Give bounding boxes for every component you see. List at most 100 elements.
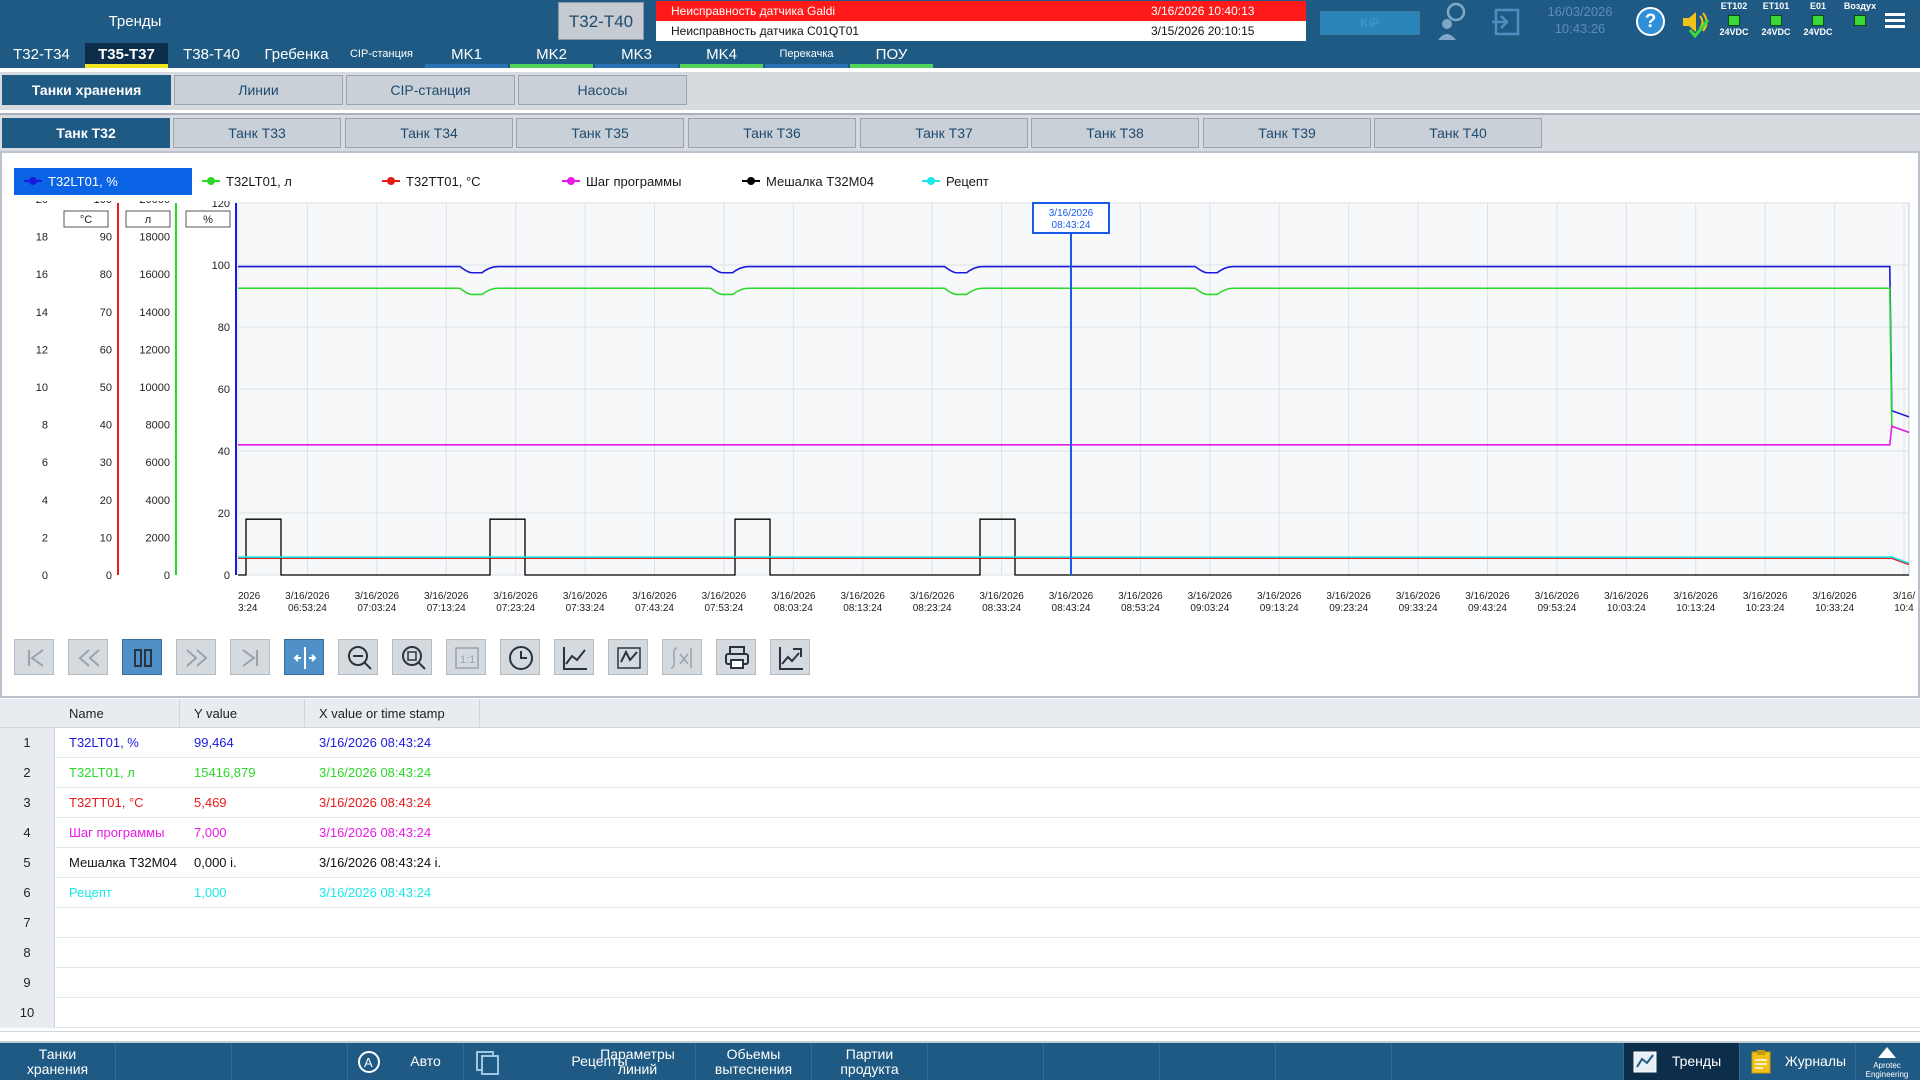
tab-tank-t38[interactable]: Танк Т38 <box>1031 118 1199 148</box>
sound-icon[interactable] <box>1680 6 1712 39</box>
value-axis-icon[interactable] <box>608 639 648 675</box>
table-row[interactable]: 4 Шаг программы 7,000 3/16/2026 08:43:24 <box>0 818 1920 848</box>
legend-item[interactable]: Т32LT01, л <box>192 168 372 195</box>
nav-tab-mk2[interactable]: MK2 <box>510 43 593 68</box>
tab-tank-t35[interactable]: Танк Т35 <box>516 118 684 148</box>
clock-icon[interactable] <box>500 639 540 675</box>
cell-name <box>55 938 180 968</box>
kip-button[interactable]: KIP <box>1320 11 1420 35</box>
axis-tick-label: 12000 <box>139 344 170 356</box>
legend-item[interactable]: Шаг программы <box>552 168 732 195</box>
trends-button[interactable]: Тренды <box>1624 1043 1740 1080</box>
select-trend-icon[interactable] <box>554 639 594 675</box>
journals-button[interactable]: Журналы <box>1740 1043 1856 1080</box>
zoom-1to1-icon[interactable]: 1:1 <box>446 639 486 675</box>
alarm-banner[interactable]: Неисправность датчика Galdi 3/16/2026 10… <box>656 1 1306 41</box>
nav-tab-cip[interactable]: CIP-станция <box>340 43 423 68</box>
x-tick-time: 07:53:24 <box>704 603 743 614</box>
legend-item[interactable]: Т32TT01, °С <box>372 168 552 195</box>
svg-text:1:1: 1:1 <box>460 654 475 666</box>
table-row[interactable]: 2 Т32LT01, л 15416,879 3/16/2026 08:43:24 <box>0 758 1920 788</box>
nav-tab-t38-t40[interactable]: Т38-Т40 <box>170 43 253 68</box>
trend-chart[interactable]: 201816141210864201009080706050403020100°… <box>2 201 1918 621</box>
nav-tab-mk3[interactable]: MK3 <box>595 43 678 68</box>
print-icon[interactable] <box>716 639 756 675</box>
last-icon[interactable] <box>230 639 270 675</box>
nav-tab-transfer[interactable]: Перекачка <box>765 43 848 68</box>
storage-tanks-button[interactable]: Танки хранения <box>0 1043 116 1080</box>
table-row[interactable]: 6 Рецепт 1,000 3/16/2026 08:43:24 <box>0 878 1920 908</box>
header-bar: Тренды Т32-Т40 Неисправность датчика Gal… <box>0 0 1920 43</box>
alarm-row[interactable]: Неисправность датчика Galdi 3/16/2026 10… <box>656 1 1306 21</box>
table-row[interactable]: 3 Т32TT01, °С 5,469 3/16/2026 08:43:24 <box>0 788 1920 818</box>
nav-tab-manifold[interactable]: Гребенка <box>255 43 338 68</box>
cell-name: Шаг программы <box>69 825 165 840</box>
export-icon[interactable] <box>770 639 810 675</box>
pause-icon[interactable] <box>122 639 162 675</box>
tab-tank-t33[interactable]: Танк Т33 <box>173 118 341 148</box>
user-sync-icon[interactable] <box>1434 2 1470 40</box>
forward-icon[interactable] <box>176 639 216 675</box>
displacement-volumes-button[interactable]: Обьемы вытеснения <box>696 1043 812 1080</box>
column-header-y[interactable]: Y value <box>180 699 305 728</box>
zoom-area-icon[interactable] <box>392 639 432 675</box>
table-row[interactable]: 9 <box>0 968 1920 998</box>
auto-button[interactable]: A Авто <box>348 1043 464 1080</box>
axis-tick-label: 50 <box>100 382 112 394</box>
line-params-button[interactable]: Параметры линий <box>580 1043 696 1080</box>
x-tick-time: 07:03:24 <box>357 603 396 614</box>
column-header-x[interactable]: X value or time stamp <box>305 699 480 728</box>
cell-name: Т32LT01, % <box>69 735 139 750</box>
first-icon[interactable] <box>14 639 54 675</box>
empty-slot <box>1044 1043 1160 1080</box>
menu-icon[interactable] <box>1885 11 1905 31</box>
table-row[interactable]: 10 <box>0 998 1920 1028</box>
table-scrollbar[interactable] <box>0 1031 1920 1041</box>
logo-mark-icon <box>1878 1047 1896 1058</box>
hmi-trends-screen: Тренды Т32-Т40 Неисправность датчика Gal… <box>0 0 1920 1080</box>
help-icon[interactable]: ? <box>1636 7 1665 36</box>
nav-tab-t35-t37[interactable]: Т35-Т37 <box>85 43 168 68</box>
axis-tick-label: 14 <box>36 307 48 319</box>
tab-storage-tanks[interactable]: Танки хранения <box>2 75 171 105</box>
nav-tab-pou[interactable]: ПОУ <box>850 43 933 68</box>
x-tick-date: 3/16/2026 <box>1257 591 1302 602</box>
column-header-name[interactable]: Name <box>55 699 180 728</box>
table-row[interactable]: 5 Мешалка Т32М04 0,000 i. 3/16/2026 08:43:2… <box>0 848 1920 878</box>
nav-tab-mk1[interactable]: MK1 <box>425 43 508 68</box>
table-row[interactable]: 8 <box>0 938 1920 968</box>
x-tick-date: 3/16/2026 <box>1118 591 1163 602</box>
empty-slot <box>1392 1043 1624 1080</box>
rewind-icon[interactable] <box>68 639 108 675</box>
tab-tank-t37[interactable]: Танк Т37 <box>860 118 1028 148</box>
x-tick-time: 08:03:24 <box>774 603 813 614</box>
alarm-time: 3/16/2026 10:40:13 <box>1151 4 1255 18</box>
tab-pumps[interactable]: Насосы <box>518 75 687 105</box>
x-tick-date: 3/16/2026 <box>979 591 1024 602</box>
legend-item[interactable]: Мешалка Т32М04 <box>732 168 912 195</box>
product-batches-button[interactable]: Партии продукта <box>812 1043 928 1080</box>
zoom-move-icon[interactable] <box>338 639 378 675</box>
ruler-icon[interactable] <box>284 639 324 675</box>
tab-tank-t40[interactable]: Танк Т40 <box>1374 118 1542 148</box>
tab-tank-t36[interactable]: Танк Т36 <box>688 118 856 148</box>
table-row[interactable]: 7 <box>0 908 1920 938</box>
tab-tank-t34[interactable]: Танк Т34 <box>345 118 513 148</box>
legend-item[interactable]: Т32LT01, % <box>14 168 192 195</box>
logout-icon[interactable] <box>1490 6 1522 38</box>
tab-lines[interactable]: Линии <box>174 75 343 105</box>
table-row[interactable]: 1 Т32LT01, % 99,464 3/16/2026 08:43:24 <box>0 728 1920 758</box>
tab-tank-t32[interactable]: Танк Т32 <box>2 118 170 148</box>
axis-unit-label: л <box>145 214 151 226</box>
statistics-icon[interactable] <box>662 639 702 675</box>
tank-group-button[interactable]: Т32-Т40 <box>558 2 644 40</box>
nav-tab-t32-t34[interactable]: Т32-Т34 <box>0 43 83 68</box>
alarm-row[interactable]: Неисправность датчика C01QT01 3/15/2026 … <box>656 21 1306 41</box>
tab-cip-station[interactable]: CIP-станция <box>346 75 515 105</box>
legend-item[interactable]: Рецепт <box>912 168 1012 195</box>
x-tick-time: 10:23:24 <box>1746 603 1785 614</box>
nav-tab-mk4[interactable]: MK4 <box>680 43 763 68</box>
tab-tank-t39[interactable]: Танк Т39 <box>1203 118 1371 148</box>
bottom-nav: Танки хранения A Авто Рецепты Параметры ли… <box>0 1041 1920 1080</box>
row-index: 2 <box>0 758 55 788</box>
